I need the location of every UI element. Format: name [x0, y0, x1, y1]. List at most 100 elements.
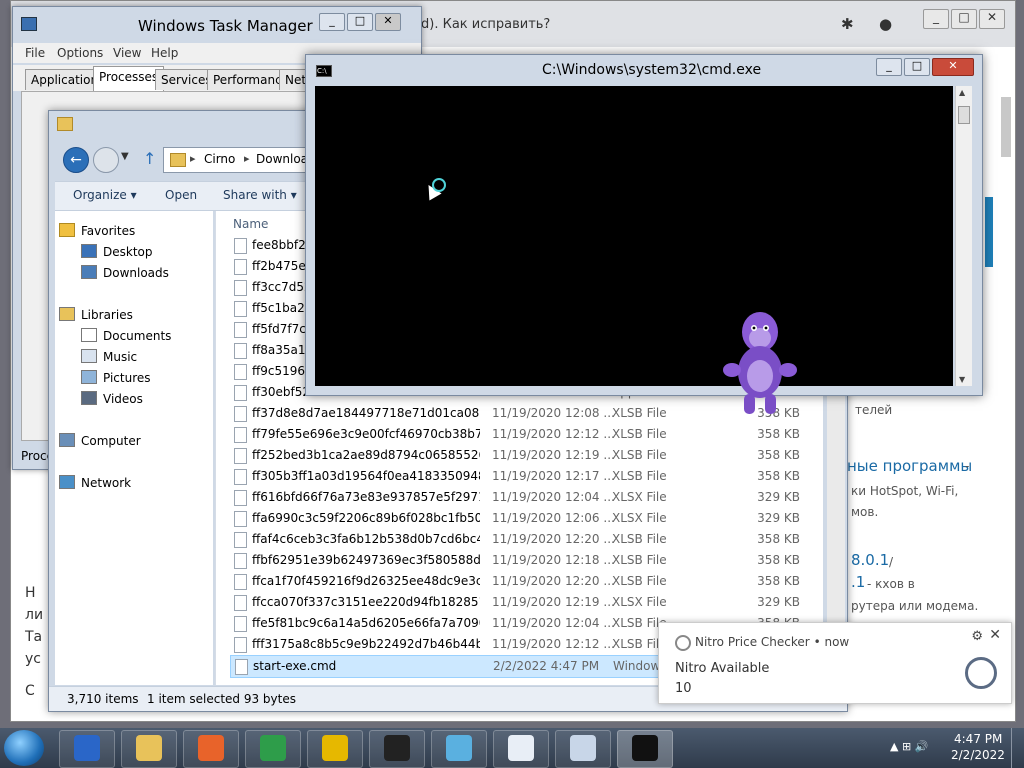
nav-label: Favorites [81, 224, 136, 238]
share-with-button[interactable]: Share with ▾ [223, 188, 297, 202]
extensions-puzzle-icon[interactable]: ✱ [841, 15, 854, 33]
organize-label: Organize [73, 188, 127, 202]
taskbar-button[interactable] [307, 730, 363, 768]
item-count: 3,710 items [67, 692, 139, 706]
file-date: 11/19/2020 12:20 ... [492, 532, 615, 546]
file-icon [234, 490, 247, 506]
menu-view[interactable]: View [113, 46, 141, 60]
taskbar-button[interactable] [493, 730, 549, 768]
nav-computer[interactable]: Computer [59, 433, 141, 448]
notification-time: now [824, 635, 850, 649]
tab-processes[interactable]: Processes [93, 66, 165, 91]
breadcrumb-item[interactable]: Cirno [204, 152, 235, 166]
taskbar-button[interactable] [617, 730, 673, 768]
taskbar-button[interactable] [555, 730, 611, 768]
sidebar-version-link[interactable]: .1 [851, 573, 865, 591]
taskbar-button[interactable] [431, 730, 487, 768]
show-desktop-button[interactable] [1011, 728, 1024, 768]
breadcrumb-separator[interactable]: ▸ [244, 152, 250, 165]
browser-tab-title[interactable]: d). Как исправить? [421, 17, 550, 32]
file-row[interactable]: ffcca070f337c3151ee220d94fb18285193ed...… [230, 592, 830, 613]
open-button[interactable]: Open [165, 188, 197, 202]
file-type: XLSB File [612, 406, 667, 420]
file-row[interactable]: ffa6990c3c59f2206c89b6f028bc1fb5076aa...… [230, 508, 830, 529]
notification-toast[interactable]: Nitro Price Checker • now ⚙ ✕ Nitro Avai… [658, 622, 1012, 704]
file-row[interactable]: ff252bed3b1ca2ae89d8794c06585526889a... 1… [230, 445, 830, 466]
gear-icon[interactable]: ⚙ [971, 629, 983, 644]
nav-favorites[interactable]: Favorites [59, 223, 135, 238]
nav-music[interactable]: Music [81, 349, 137, 364]
forward-button[interactable] [93, 147, 119, 173]
scroll-up-icon[interactable]: ▲ [959, 88, 965, 97]
close-button[interactable]: ✕ [932, 58, 974, 76]
up-arrow-icon[interactable]: ↑ [143, 149, 156, 168]
file-date: 11/19/2020 12:04 ... [492, 616, 615, 630]
tray-icons[interactable]: ▲ ⊞ 🔊 [890, 740, 928, 753]
nav-desktop[interactable]: Desktop [81, 244, 153, 259]
file-size: 329 KB [757, 490, 800, 504]
taskbar-button[interactable] [121, 730, 177, 768]
breadcrumb-separator[interactable]: ▸ [190, 152, 196, 165]
console-scrollbar[interactable]: ▲ ▼ [955, 86, 972, 386]
file-icon [234, 385, 247, 401]
file-row[interactable]: ff616bfd66f76a73e83e937857e5f29716d6b...… [230, 487, 830, 508]
browser-maximize-button[interactable]: □ [951, 9, 977, 29]
file-row[interactable]: ffca1f70f459216f9d26325ee48dc9e3c0f26...… [230, 571, 830, 592]
scroll-down-icon[interactable]: ▼ [959, 375, 965, 384]
nav-documents[interactable]: Documents [81, 328, 171, 343]
nav-network[interactable]: Network [59, 475, 131, 490]
back-button[interactable]: ← [63, 147, 89, 173]
menu-options[interactable]: Options [57, 46, 103, 60]
sidebar-version-link[interactable]: 8.0.1 [851, 551, 889, 569]
taskbar-button[interactable] [183, 730, 239, 768]
file-row[interactable]: ff79fe55e696e3c9e00fcf46970cb38b71215...… [230, 424, 830, 445]
taskbar-button[interactable] [245, 730, 301, 768]
file-icon [234, 259, 247, 275]
nav-libraries[interactable]: Libraries [59, 307, 133, 322]
minimize-button[interactable]: _ [319, 13, 345, 31]
breadcrumb-item[interactable]: Downloa [256, 152, 308, 166]
file-icon [234, 595, 247, 611]
clock-date[interactable]: 2/2/2022 [951, 748, 1005, 762]
page-text-fragment: Та [25, 629, 43, 645]
organize-button[interactable]: Organize ▾ [73, 188, 137, 202]
nav-downloads[interactable]: Downloads [81, 265, 169, 280]
column-header-name[interactable]: Name [233, 217, 268, 231]
menu-file[interactable]: File [25, 46, 45, 60]
clock-time[interactable]: 4:47 PM [954, 732, 1002, 746]
nav-label: Downloads [103, 266, 169, 280]
file-icon [234, 301, 247, 317]
page-blue-accent [985, 197, 993, 267]
network-icon [59, 475, 75, 489]
file-row[interactable]: ffbf62951e39b62497369ec3f580588de7416...… [230, 550, 830, 571]
browser-minimize-button[interactable]: _ [923, 9, 949, 29]
nav-videos[interactable]: Videos [81, 391, 143, 406]
scroll-thumb[interactable] [958, 106, 970, 124]
console-output[interactable] [315, 86, 953, 386]
nav-pictures[interactable]: Pictures [81, 370, 151, 385]
browser-scrollbar[interactable] [1001, 97, 1011, 157]
purple-gorilla-mascot-icon[interactable] [720, 308, 800, 420]
taskbar-button[interactable] [59, 730, 115, 768]
libraries-icon [59, 307, 75, 321]
maximize-button[interactable]: □ [347, 13, 373, 31]
close-button[interactable]: ✕ [375, 13, 401, 31]
taskbar-button[interactable] [369, 730, 425, 768]
history-dropdown-icon[interactable]: ▼ [121, 151, 129, 162]
firefox-icon [198, 735, 224, 761]
browser-close-button[interactable]: ✕ [979, 9, 1005, 29]
file-date: 2/2/2022 4:47 PM [493, 659, 600, 673]
account-icon[interactable]: ● [879, 15, 892, 33]
file-row[interactable]: ffaf4c6ceb3c3fa6b12b538d0b7cd6bc4f9a... 1… [230, 529, 830, 550]
cmd-icon: C:\ [316, 65, 332, 77]
start-button[interactable] [4, 730, 44, 766]
menu-help[interactable]: Help [151, 46, 178, 60]
close-icon[interactable]: ✕ [989, 627, 1001, 643]
window-title: C:\Windows\system32\cmd.exe [542, 62, 762, 78]
desktop-icon [81, 244, 97, 258]
sidebar-link[interactable]: ные программы [847, 457, 972, 475]
file-row[interactable]: ff305b3ff1a03d19564f0ea418335094853b4...… [230, 466, 830, 487]
minimize-button[interactable]: _ [876, 58, 902, 76]
maximize-button[interactable]: □ [904, 58, 930, 76]
nav-label: Network [81, 476, 132, 490]
